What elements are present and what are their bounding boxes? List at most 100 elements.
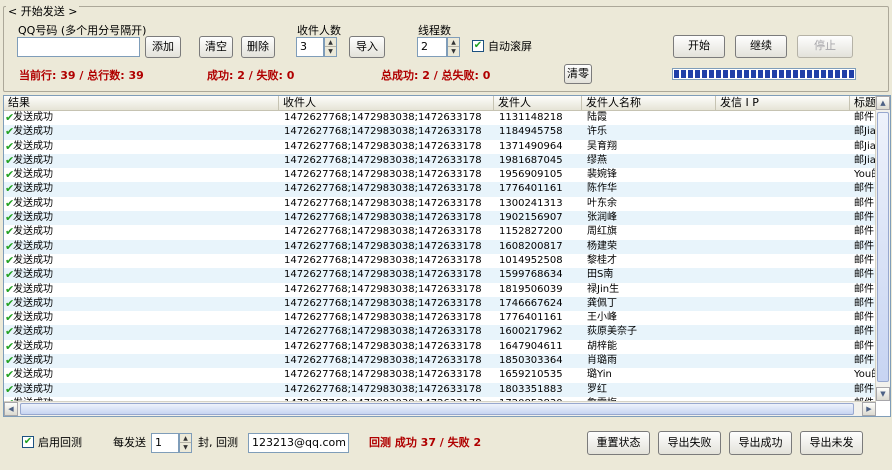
cell-sender-name: 陆霞: [587, 112, 607, 123]
cell-sender-name: 张润峰: [587, 212, 617, 224]
column-header-sender[interactable]: 发件人: [494, 96, 582, 110]
reply-email-input[interactable]: 123213@qq.com: [248, 433, 349, 453]
reset-counter-button[interactable]: 清零: [564, 64, 592, 84]
table-row[interactable]: ✔ 发送成功 1472627768;1472983038;1472633178 165…: [4, 368, 876, 382]
recipients-count-input[interactable]: 3: [296, 37, 324, 57]
add-button[interactable]: 添加: [145, 36, 181, 58]
recipients-count-spinner[interactable]: ▲ ▼: [324, 37, 337, 57]
success-check-icon: ✔: [5, 196, 15, 210]
cell-sender: 1300241313: [499, 197, 563, 209]
success-check-icon: ✔: [5, 211, 15, 225]
start-button[interactable]: 开始: [673, 35, 725, 58]
cell-recipient: 1472627768;1472983038;1472633178: [284, 254, 482, 266]
export-unsent-button[interactable]: 导出未发: [800, 431, 863, 455]
cell-sender-name: 裴婉锋: [587, 169, 617, 181]
scroll-up-icon[interactable]: ▲: [876, 96, 890, 110]
cell-title: 邮件: [854, 112, 874, 123]
table-row[interactable]: ✔ 发送成功 1472627768;1472983038;1472633178 160…: [4, 325, 876, 340]
threads-spinner[interactable]: ▲ ▼: [447, 37, 460, 57]
cell-ip: [721, 311, 850, 325]
success-check-icon: ✔: [5, 382, 15, 396]
cell-sender-name: 周红旗: [587, 226, 617, 238]
spin-down-icon[interactable]: ▼: [448, 47, 459, 56]
table-row[interactable]: ✔ 发送成功 1472627768;1472983038;1472633178 130…: [4, 197, 876, 211]
cell-ip: [721, 354, 850, 368]
table-row[interactable]: ✔ 发送成功 1472627768;1472983038;1472633178 177…: [4, 311, 876, 325]
cell-sender: 1956909105: [499, 169, 563, 181]
cell-ip: [721, 140, 850, 154]
enable-reply-checkbox[interactable]: ✔: [22, 436, 34, 448]
table-row[interactable]: ✔ 发送成功 1472627768;1472983038;1472633178 137…: [4, 140, 876, 154]
table-row[interactable]: ✔ 发送成功 1472627768;1472983038;1472633178 101…: [4, 254, 876, 268]
table-row[interactable]: ✔ 发送成功 1472627768;1472983038;1472633178 195…: [4, 168, 876, 182]
export-success-button[interactable]: 导出成功: [729, 431, 792, 455]
cell-result: 发送成功: [13, 297, 53, 309]
autoscroll-checkbox[interactable]: ✔: [472, 40, 484, 52]
qq-number-input[interactable]: [17, 37, 140, 57]
cell-sender: 1902156907: [499, 212, 563, 224]
cell-recipient: 1472627768;1472983038;1472633178: [284, 269, 482, 281]
cell-sender-name: 吴育翔: [587, 140, 617, 152]
clear-button[interactable]: 清空: [199, 36, 233, 58]
cell-recipient: 1472627768;1472983038;1472633178: [284, 297, 482, 309]
column-header-ip[interactable]: 发信 I P: [716, 96, 850, 110]
scroll-left-icon[interactable]: ◀: [4, 402, 18, 416]
reset-state-button[interactable]: 重置状态: [587, 431, 650, 455]
delete-button[interactable]: 删除: [241, 36, 275, 58]
scroll-right-icon[interactable]: ▶: [862, 402, 876, 416]
horizontal-scroll-thumb[interactable]: [20, 403, 854, 415]
cell-sender-name: 罗红: [587, 383, 607, 395]
vertical-scrollbar[interactable]: ▲ ▼: [875, 96, 890, 401]
column-header-result[interactable]: 结果: [4, 96, 279, 110]
table-row[interactable]: ✔ 发送成功 1472627768;1472983038;1472633178 185…: [4, 354, 876, 369]
per-send-input[interactable]: 1: [151, 433, 179, 453]
cell-title: You的: [854, 369, 876, 381]
column-header-sender-name[interactable]: 发件人名称: [582, 96, 716, 110]
cell-sender: 1184945758: [499, 126, 563, 138]
success-check-icon: ✔: [5, 368, 15, 382]
success-check-icon: ✔: [5, 225, 15, 239]
threads-input[interactable]: 2: [417, 37, 447, 57]
cell-sender-name: 田S南: [587, 269, 614, 281]
cell-sender: 1981687045: [499, 154, 563, 166]
table-row[interactable]: ✔ 发送成功 1472627768;1472983038;1472633178 113…: [4, 111, 876, 125]
cell-ip: [721, 225, 850, 239]
stop-button[interactable]: 停止: [797, 35, 853, 58]
table-row[interactable]: ✔ 发送成功 1472627768;1472983038;1472633178 164…: [4, 340, 876, 354]
table-row[interactable]: ✔ 发送成功 1472627768;1472983038;1472633178 160…: [4, 239, 876, 254]
per-send-spinner[interactable]: ▲ ▼: [179, 433, 192, 453]
spin-up-icon[interactable]: ▲: [180, 434, 191, 443]
cell-ip: [721, 168, 850, 182]
cell-ip: [721, 297, 850, 311]
horizontal-scrollbar[interactable]: ◀ ▶: [4, 401, 876, 416]
success-check-icon: ✔: [5, 268, 15, 282]
results-table[interactable]: 结果 收件人 发件人 发件人名称 发信 I P 标题 ✔ 发送成功 14726277…: [3, 95, 891, 417]
table-row[interactable]: ✔ 发送成功 1472627768;1472983038;1472633178 118…: [4, 125, 876, 140]
spin-up-icon[interactable]: ▲: [448, 38, 459, 47]
cell-title: 邮件: [854, 355, 874, 367]
table-row[interactable]: ✔ 发送成功 1472627768;1472983038;1472633178 174…: [4, 296, 876, 312]
cell-recipient: 1472627768;1472983038;1472633178: [284, 169, 482, 181]
spin-down-icon[interactable]: ▼: [180, 443, 191, 452]
table-row[interactable]: ✔ 发送成功 1472627768;1472983038;1472633178 198…: [4, 153, 876, 169]
continue-button[interactable]: 继续: [735, 35, 787, 58]
cell-sender-name: 肖璐雨: [587, 355, 617, 367]
cell-title: 邮件: [854, 197, 874, 209]
cell-sender: 1014952508: [499, 254, 563, 266]
column-header-recipient[interactable]: 收件人: [279, 96, 494, 110]
table-row[interactable]: ✔ 发送成功 1472627768;1472983038;1472633178 181…: [4, 283, 876, 297]
table-row[interactable]: ✔ 发送成功 1472627768;1472983038;1472633178 177…: [4, 182, 876, 197]
vertical-scroll-thumb[interactable]: [877, 112, 889, 382]
export-failed-button[interactable]: 导出失败: [658, 431, 721, 455]
import-button[interactable]: 导入: [349, 36, 385, 58]
cell-ip: [721, 283, 850, 297]
table-row[interactable]: ✔ 发送成功 1472627768;1472983038;1472633178 159…: [4, 268, 876, 283]
scroll-down-icon[interactable]: ▼: [876, 387, 890, 401]
spin-down-icon[interactable]: ▼: [325, 47, 336, 56]
cell-recipient: 1472627768;1472983038;1472633178: [284, 112, 482, 123]
table-row[interactable]: ✔ 发送成功 1472627768;1472983038;1472633178 115…: [4, 225, 876, 239]
table-row[interactable]: ✔ 发送成功 1472627768;1472983038;1472633178 190…: [4, 211, 876, 226]
cell-result: 发送成功: [13, 197, 53, 209]
spin-up-icon[interactable]: ▲: [325, 38, 336, 47]
table-row[interactable]: ✔ 发送成功 1472627768;1472983038;1472633178 180…: [4, 382, 876, 397]
